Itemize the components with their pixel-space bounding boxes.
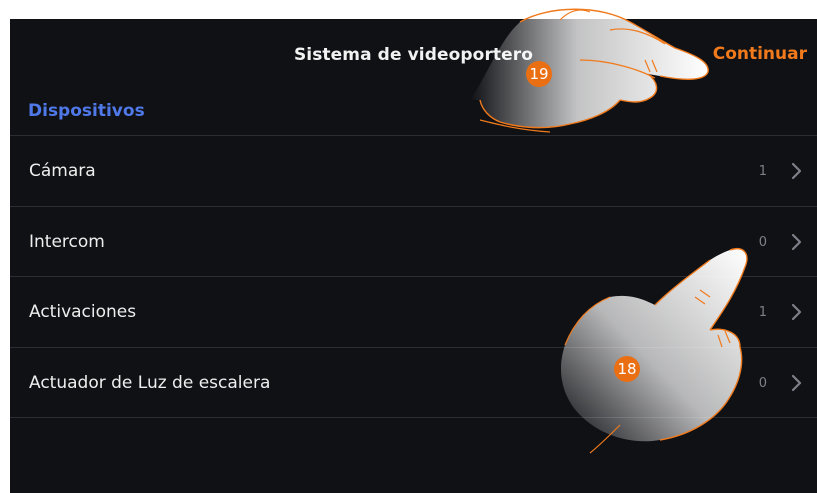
header-bar: Sistema de videoportero Continuar	[10, 19, 817, 95]
list-item-label: Activaciones	[29, 302, 137, 322]
chevron-right-icon	[791, 374, 802, 392]
list-item-camara[interactable]: Cámara 1	[10, 136, 817, 206]
section-title-dispositivos: Dispositivos	[28, 101, 145, 121]
list-item-actuador-luz-escalera[interactable]: Actuador de Luz de escalera 0	[10, 348, 817, 418]
continue-button[interactable]: Continuar	[713, 44, 807, 64]
list-item-count: 1	[758, 305, 767, 320]
divider	[10, 417, 817, 418]
list-item-label: Intercom	[29, 232, 105, 252]
list-item-label: Actuador de Luz de escalera	[29, 373, 271, 393]
chevron-right-icon	[791, 303, 802, 321]
step-badge-continue: 19	[526, 61, 552, 87]
chevron-right-icon	[791, 162, 802, 180]
list-item-activaciones[interactable]: Activaciones 1	[10, 277, 817, 347]
page-title: Sistema de videoportero	[293, 45, 534, 65]
step-badge-intercom: 18	[614, 356, 640, 382]
list-item-count: 0	[758, 376, 767, 391]
list-item-count: 0	[758, 235, 767, 250]
chevron-right-icon	[791, 233, 802, 251]
list-item-label: Cámara	[29, 161, 96, 181]
list-item-intercom[interactable]: Intercom 0	[10, 207, 817, 277]
list-item-count: 1	[758, 164, 767, 179]
videoportero-screen: Sistema de videoportero Continuar Dispos…	[10, 19, 817, 493]
